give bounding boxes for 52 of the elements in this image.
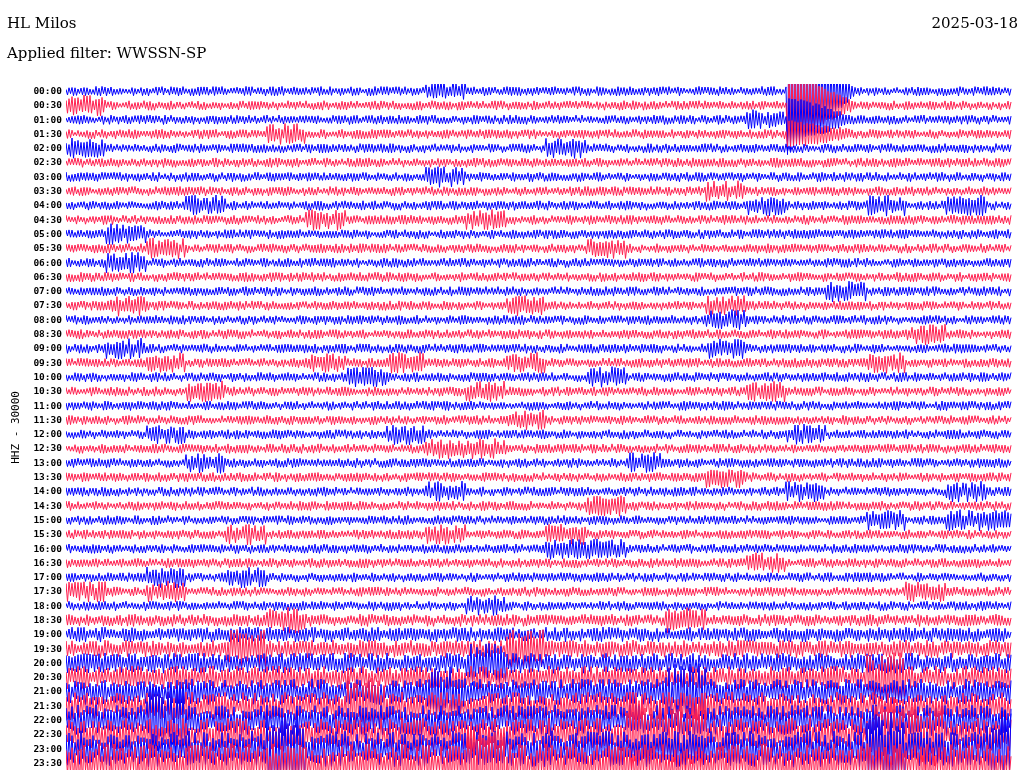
time-label: 03:00 [32, 169, 63, 184]
time-label: 23:30 [32, 755, 63, 770]
time-label: 12:00 [32, 427, 63, 442]
time-label: 15:30 [32, 527, 63, 542]
time-label: 05:00 [32, 226, 63, 241]
time-label: 10:00 [32, 369, 63, 384]
time-label: 12:30 [32, 441, 63, 456]
time-label: 13:30 [32, 470, 63, 484]
time-label: 20:30 [32, 670, 63, 685]
time-label: 19:00 [32, 627, 63, 642]
time-label: 05:30 [32, 241, 63, 256]
time-label: 02:30 [32, 155, 63, 170]
time-label: 11:00 [32, 398, 63, 413]
time-label: 21:00 [32, 684, 63, 699]
time-label: 22:00 [32, 713, 63, 728]
channel-axis-label: HHZ - 30000 [8, 390, 22, 464]
time-label: 09:30 [32, 355, 63, 370]
time-label: 07:00 [32, 284, 63, 299]
time-label: 15:00 [32, 512, 63, 527]
time-label: 09:00 [32, 341, 63, 356]
time-label: 20:00 [32, 655, 63, 670]
time-label: 04:30 [32, 212, 63, 227]
time-label: 01:00 [32, 112, 63, 127]
time-label: 19:30 [32, 641, 63, 656]
time-label: 07:30 [32, 298, 63, 313]
time-label: 00:00 [32, 84, 63, 98]
time-label: 03:30 [32, 184, 63, 199]
time-label: 00:30 [32, 98, 63, 113]
time-label: 18:00 [32, 598, 63, 613]
time-label: 16:00 [32, 541, 63, 556]
time-label: 17:30 [32, 584, 63, 599]
time-label: 08:00 [32, 312, 63, 327]
time-label: 14:00 [32, 484, 63, 499]
date-label: 2025-03-18 [931, 14, 1018, 32]
time-label: 14:30 [32, 498, 63, 513]
time-label: 01:30 [32, 126, 63, 141]
filter-label: Applied filter: WWSSN-SP [7, 44, 208, 64]
time-label: 16:30 [32, 555, 63, 570]
time-label: 22:30 [32, 727, 63, 742]
time-label: 13:00 [32, 455, 63, 470]
time-label: 08:30 [32, 327, 63, 342]
time-label: 06:30 [32, 269, 63, 284]
time-label: 11:30 [32, 412, 63, 427]
time-label: 21:30 [32, 698, 63, 713]
time-label: 18:30 [32, 613, 63, 627]
time-label: 04:00 [32, 198, 63, 213]
station-name: HL Milos [7, 14, 77, 32]
time-label: 23:00 [32, 741, 63, 756]
time-label: 10:30 [32, 384, 63, 399]
time-label: 02:00 [32, 141, 63, 156]
time-label: 17:00 [32, 570, 63, 585]
time-label: 06:00 [32, 255, 63, 270]
